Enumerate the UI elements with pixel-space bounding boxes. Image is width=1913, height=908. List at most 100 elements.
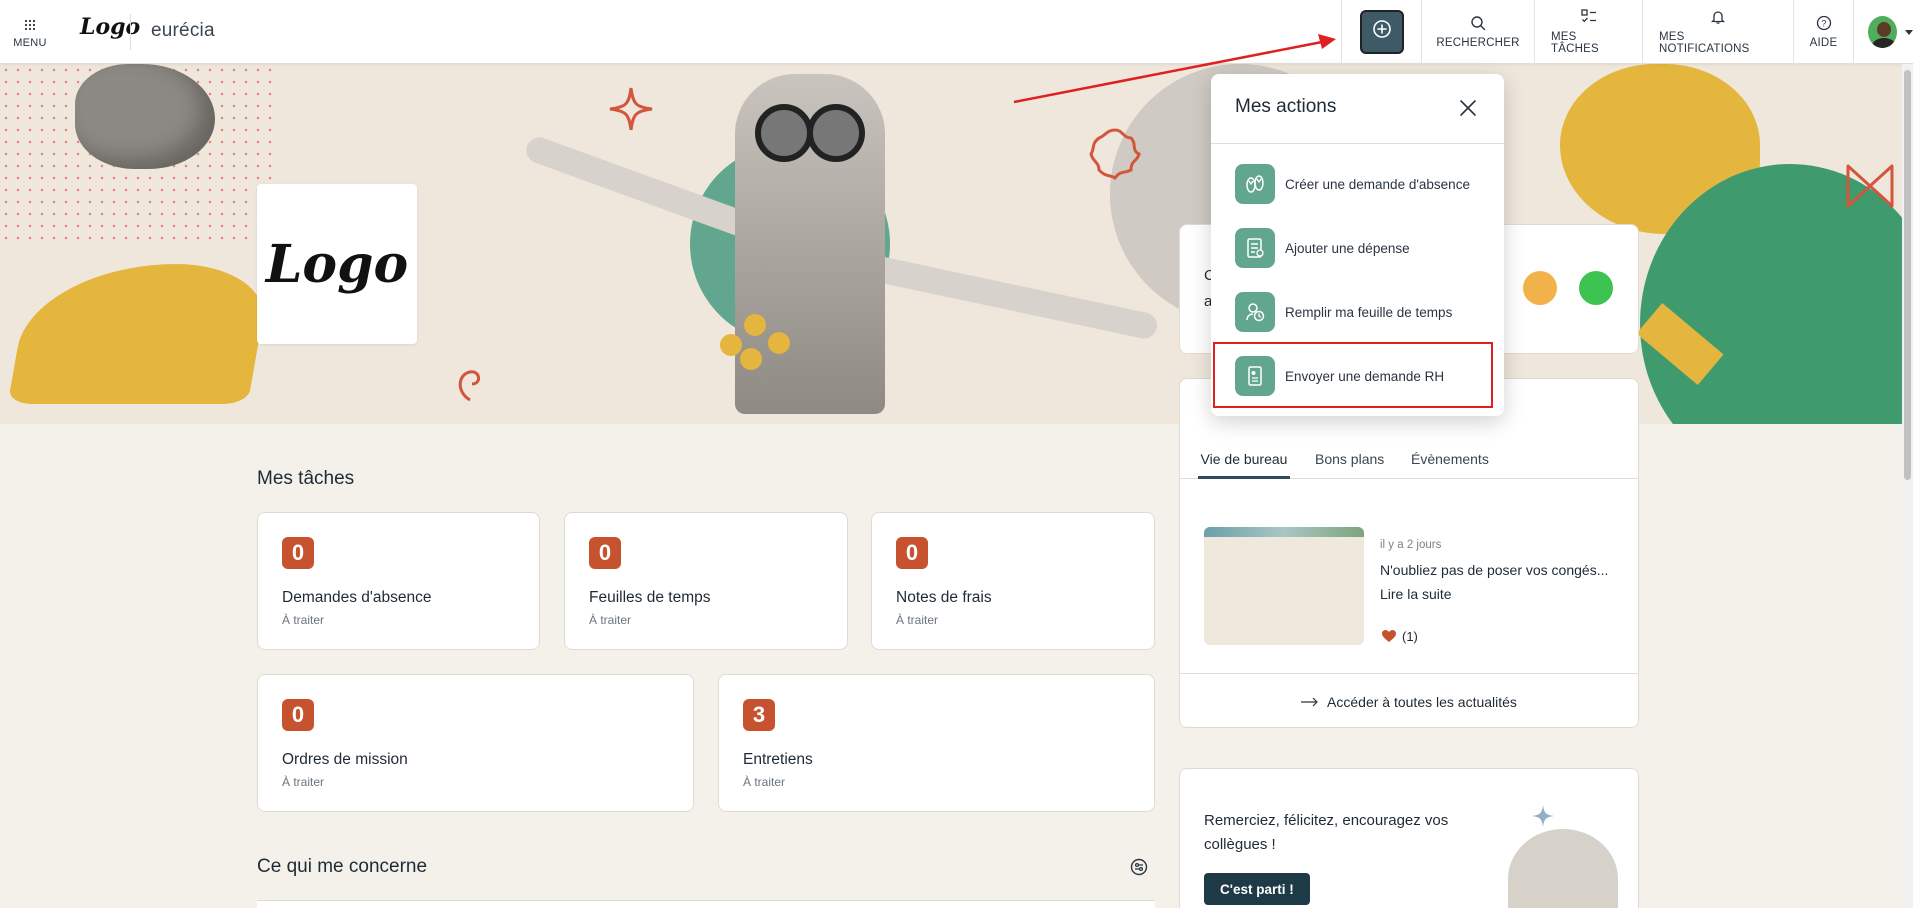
- nav-notifications[interactable]: MES NOTIFICATIONS: [1642, 0, 1793, 64]
- goggles-decoration: [755, 104, 865, 162]
- task-status: À traiter: [282, 613, 325, 627]
- action-label: Ajouter une dépense: [1285, 240, 1410, 256]
- top-bar: MENU Logo eurécia RECHERCHER MES TÂCHES …: [0, 0, 1913, 64]
- chevron-down-icon: [1905, 29, 1913, 35]
- bow-outline-icon: [1846, 164, 1894, 208]
- nav-add-action: [1341, 0, 1421, 64]
- flip-flops-icon: [1235, 164, 1275, 204]
- nav-search[interactable]: RECHERCHER: [1421, 0, 1534, 64]
- arrow-right-icon: [1301, 697, 1318, 706]
- task-card-interviews[interactable]: 3 Entretiens À traiter: [718, 674, 1155, 812]
- task-card-timesheets[interactable]: 0 Feuilles de temps À traiter: [564, 512, 848, 650]
- task-card-expenses[interactable]: 0 Notes de frais À traiter: [871, 512, 1155, 650]
- like-counter[interactable]: (1): [1382, 629, 1418, 644]
- action-label: Créer une demande d'absence: [1285, 176, 1470, 192]
- task-status: À traiter: [589, 613, 632, 627]
- task-count-badge: 0: [589, 537, 621, 569]
- nav-help[interactable]: ? AIDE: [1793, 0, 1853, 64]
- hr-request-icon: [1235, 356, 1275, 396]
- flower-outline-icon: [1089, 128, 1141, 181]
- company-logo-card: Logo: [257, 184, 417, 344]
- task-card-absence[interactable]: 0 Demandes d'absence À traiter: [257, 512, 540, 650]
- task-count-badge: 3: [743, 699, 775, 731]
- page-scrollbar[interactable]: [1902, 64, 1913, 908]
- mustard-shape-decoration: [7, 264, 273, 404]
- action-create-absence[interactable]: Créer une demande d'absence: [1223, 156, 1493, 212]
- sparkle-star-icon: [609, 87, 653, 131]
- task-status: À traiter: [896, 613, 939, 627]
- kudos-text: Remerciez, félicitez, encouragez vos col…: [1204, 812, 1449, 853]
- receipt-icon: [1235, 228, 1275, 268]
- task-title: Entretiens: [743, 751, 813, 768]
- kudos-start-button[interactable]: C'est parti !: [1204, 873, 1310, 905]
- heart-icon: [1382, 630, 1396, 642]
- action-fill-timesheet[interactable]: Remplir ma feuille de temps: [1223, 284, 1493, 340]
- task-title: Feuilles de temps: [589, 589, 711, 606]
- menu-label: MENU: [13, 37, 47, 49]
- task-title: Notes de frais: [896, 589, 992, 606]
- action-add-expense[interactable]: Ajouter une dépense: [1223, 220, 1493, 276]
- concern-list: [257, 900, 1155, 908]
- action-label: Envoyer une demande RH: [1285, 368, 1445, 384]
- swirl-icon: [458, 370, 480, 402]
- user-menu[interactable]: [1853, 0, 1913, 64]
- sparkle-icon: [1532, 805, 1554, 827]
- task-card-missions[interactable]: 0 Ordres de mission À traiter: [257, 674, 694, 812]
- nav-tasks[interactable]: MES TÂCHES: [1534, 0, 1642, 64]
- actions-dropdown-title: Mes actions: [1235, 96, 1337, 117]
- top-nav: RECHERCHER MES TÂCHES MES NOTIFICATIONS …: [1341, 0, 1913, 64]
- news-title[interactable]: N'oubliez pas de poser vos congés...: [1380, 562, 1608, 578]
- collage-arm-decoration: [860, 253, 1160, 341]
- like-count: (1): [1402, 629, 1418, 644]
- checklist-icon: [1580, 9, 1596, 23]
- read-more-link[interactable]: Lire la suite: [1380, 586, 1452, 602]
- concern-section-title: Ce qui me concerne: [257, 856, 428, 877]
- eurecia-brand[interactable]: eurécia: [151, 20, 215, 42]
- help-icon: ?: [1816, 15, 1831, 31]
- action-label: Remplir ma feuille de temps: [1285, 304, 1453, 320]
- nav-tasks-label: MES TÂCHES: [1551, 31, 1599, 55]
- thumbs-up-image: [1508, 829, 1618, 908]
- tasks-section-title: Mes tâches: [257, 468, 355, 489]
- tab-deals[interactable]: Bons plans: [1315, 449, 1384, 479]
- task-count-badge: 0: [896, 537, 928, 569]
- nav-search-label: RECHERCHER: [1436, 37, 1520, 49]
- brand-divider: [130, 14, 131, 50]
- filter-settings-icon[interactable]: [1130, 858, 1148, 876]
- bell-icon: [1710, 11, 1726, 24]
- neutral-face-icon[interactable]: [1523, 271, 1557, 305]
- nav-help-label: AIDE: [1809, 37, 1838, 49]
- task-title: Ordres de mission: [282, 751, 408, 768]
- news-date: il y a 2 jours: [1380, 539, 1442, 551]
- task-status: À traiter: [282, 775, 325, 789]
- menu-button[interactable]: MENU: [8, 12, 52, 56]
- company-logo[interactable]: Logo: [80, 14, 140, 40]
- action-send-hr-request[interactable]: Envoyer une demande RH: [1223, 348, 1493, 404]
- close-icon[interactable]: [1454, 94, 1482, 122]
- search-icon: [1471, 16, 1486, 31]
- actions-dropdown: Mes actions Créer une demande d'absence …: [1211, 74, 1504, 416]
- scrollbar-thumb[interactable]: [1904, 70, 1911, 480]
- task-status: À traiter: [743, 775, 786, 789]
- tab-events[interactable]: Évènements: [1411, 449, 1489, 479]
- news-card: Vie de bureau Bons plans Évènements il y…: [1179, 378, 1639, 728]
- news-thumbnail[interactable]: [1204, 527, 1364, 645]
- add-action-button[interactable]: [1359, 10, 1404, 54]
- news-tabs: Vie de bureau Bons plans Évènements: [1180, 449, 1638, 479]
- nav-notifications-label: MES NOTIFICATIONS: [1659, 31, 1750, 55]
- company-logo-text: Logo: [265, 233, 409, 295]
- kudos-card: Remerciez, félicitez, encouragez vos col…: [1179, 768, 1639, 908]
- asteroid-decoration: [75, 64, 215, 169]
- tab-office-life[interactable]: Vie de bureau: [1198, 449, 1290, 479]
- flower-decoration: [720, 314, 810, 374]
- task-count-badge: 0: [282, 537, 314, 569]
- all-news-label: Accéder à toutes les actualités: [1327, 693, 1517, 710]
- happy-face-icon[interactable]: [1579, 271, 1613, 305]
- task-count-badge: 0: [282, 699, 314, 731]
- grid-menu-icon: [24, 19, 36, 31]
- svg-text:?: ?: [1821, 19, 1826, 29]
- task-title: Demandes d'absence: [282, 589, 432, 606]
- all-news-link[interactable]: Accéder à toutes les actualités: [1180, 673, 1638, 727]
- avatar: [1868, 16, 1897, 48]
- plus-circle-icon: [1372, 20, 1391, 38]
